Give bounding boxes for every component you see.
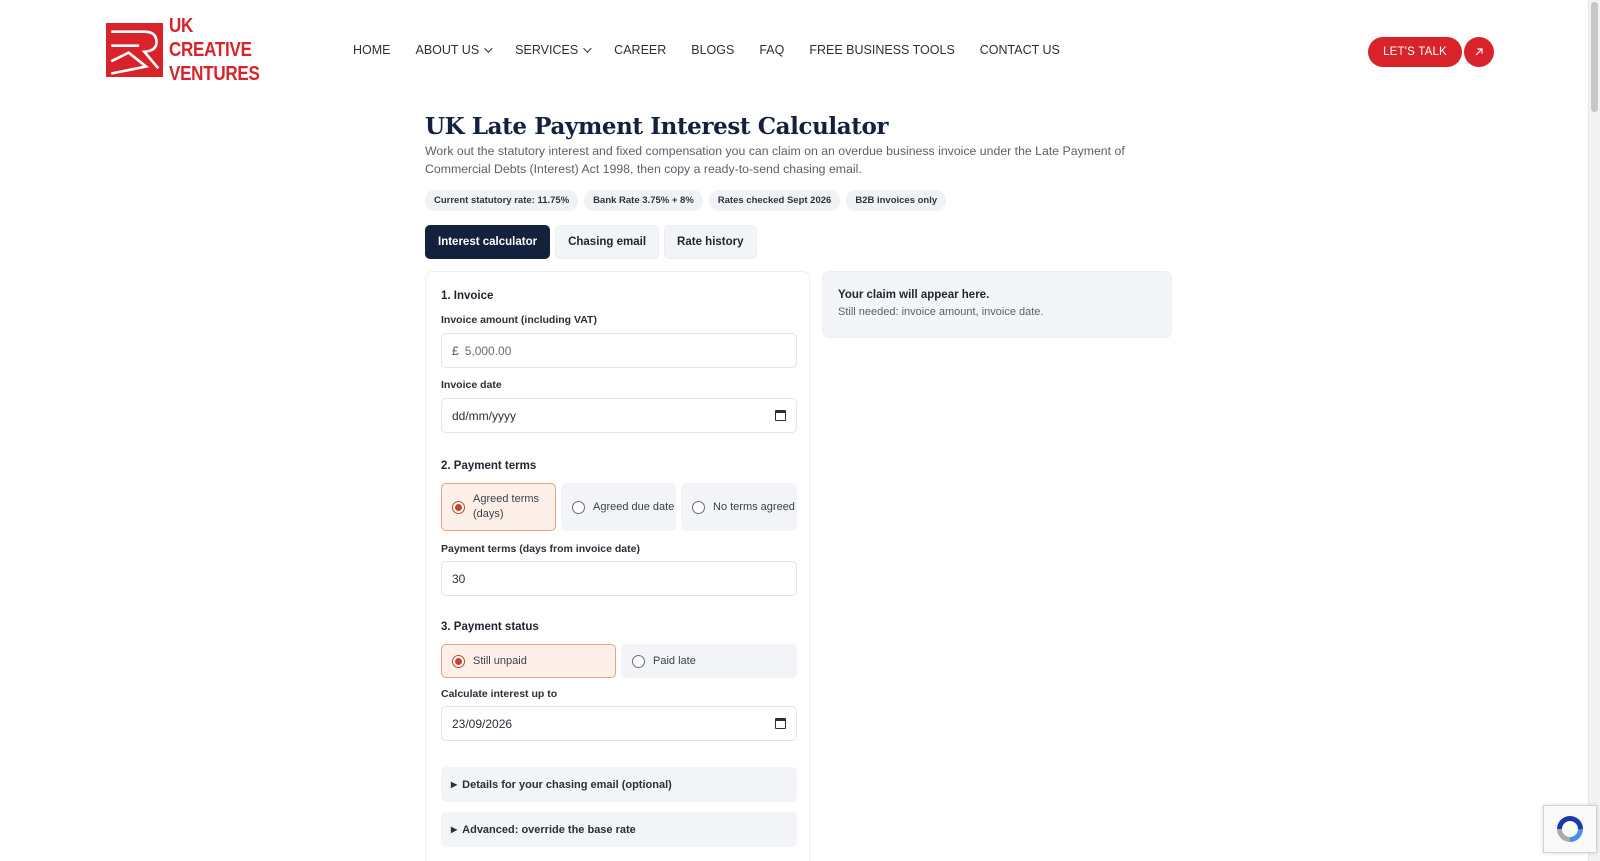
pound-prefix: £: [452, 343, 459, 358]
chip-b2b-only: B2B invoices only: [846, 190, 947, 211]
brand-logo-mark-icon: [106, 22, 164, 78]
main-nav: HOME ABOUT US SERVICES CAREER BLOGS FAQ …: [353, 43, 1085, 57]
chip-bank-rate: Bank Rate 3.75% + 8%: [584, 190, 703, 211]
nav-about-us-label: ABOUT US: [415, 43, 480, 57]
calendar-icon[interactable]: [775, 718, 786, 729]
radio-unselected-icon: [572, 500, 585, 514]
claim-result-subtitle: Still needed: invoice amount, invoice da…: [838, 306, 1044, 318]
scrollbar-thumb[interactable]: [1591, 2, 1598, 112]
page-scrollbar[interactable]: [1588, 0, 1600, 861]
calculator-intro: UK Late Payment Interest Calculator Work…: [425, 112, 1175, 259]
option-no-terms-agreed-label: No terms agreed: [713, 500, 795, 513]
nav-blogs-label: BLOGS: [691, 43, 735, 57]
page-description: Work out the statutory interest and fixe…: [425, 144, 1125, 176]
option-agreed-terms-days-label: Agreed terms (days): [473, 493, 540, 520]
option-still-unpaid-label: Still unpaid: [473, 654, 527, 667]
info-chips: Current statutory rate: 11.75% Bank Rate…: [425, 190, 1175, 211]
nav-career[interactable]: CAREER: [614, 43, 666, 57]
nav-blogs[interactable]: BLOGS: [691, 43, 734, 57]
nav-contact-us-label: CONTACT US: [979, 43, 1060, 57]
nav-services[interactable]: SERVICES: [515, 43, 592, 57]
tab-chasing-email[interactable]: Chasing email: [555, 225, 660, 259]
radio-unselected-icon: [692, 500, 705, 514]
section-invoice-heading: 1. Invoice: [441, 290, 494, 302]
nav-free-business-tools[interactable]: FREE BUSINESS TOOLS: [809, 43, 954, 57]
nav-home-label: HOME: [353, 43, 391, 57]
page-title: UK Late Payment Interest Calculator: [425, 113, 889, 140]
chevron-down-icon: [484, 44, 493, 53]
section-payment-status-heading: 3. Payment status: [441, 621, 539, 633]
lets-talk-cta: LET'S TALK: [1368, 36, 1494, 68]
nav-career-label: CAREER: [614, 43, 667, 57]
arrow-up-right-icon[interactable]: [1464, 37, 1494, 67]
advanced-base-rate-label: Advanced: override the base rate: [462, 823, 636, 836]
invoice-amount-label: Invoice amount (including VAT): [441, 314, 597, 326]
nav-home[interactable]: HOME: [353, 43, 391, 57]
recaptcha-icon: [1557, 816, 1583, 842]
invoice-amount-input[interactable]: £ 5,000.00: [441, 333, 797, 368]
invoice-date-label: Invoice date: [441, 379, 502, 391]
recaptcha-badge[interactable]: [1543, 805, 1597, 853]
tab-rate-history[interactable]: Rate history: [664, 225, 757, 259]
tab-interest-calculator[interactable]: Interest calculator: [425, 225, 551, 259]
lets-talk-button[interactable]: LET'S TALK: [1368, 37, 1462, 67]
disclosure-triangle-icon: ▶: [451, 780, 458, 789]
site-header: UK CREATIVE VENTURES HOME ABOUT US SERVI…: [0, 0, 1588, 106]
chevron-down-icon: [583, 44, 592, 53]
payment-terms-days-label: Payment terms (days from invoice date): [441, 543, 640, 555]
nav-about-us[interactable]: ABOUT US: [415, 43, 493, 57]
option-agreed-terms-days[interactable]: Agreed terms (days): [441, 483, 556, 531]
nav-faq-label: FAQ: [759, 43, 785, 57]
option-still-unpaid[interactable]: Still unpaid: [441, 644, 616, 678]
option-paid-late[interactable]: Paid late: [621, 644, 797, 678]
radio-unselected-icon: [632, 654, 645, 668]
chip-rates-checked: Rates checked Sept 2026: [708, 190, 841, 211]
calculator-tabs: Interest calculator Chasing email Rate h…: [425, 225, 1175, 259]
option-no-terms-agreed[interactable]: No terms agreed: [681, 483, 797, 531]
section-payment-terms-heading: 2. Payment terms: [441, 460, 537, 472]
brand-name-line3: VENTURES: [169, 63, 261, 85]
invoice-date-value: dd/mm/yyyy: [452, 408, 517, 423]
details-chasing-email-toggle[interactable]: ▶ Details for your chasing email (option…: [441, 767, 797, 802]
advanced-base-rate-toggle[interactable]: ▶ Advanced: override the base rate: [441, 812, 797, 847]
radio-selected-icon: [452, 500, 465, 514]
calendar-icon[interactable]: [775, 410, 786, 421]
brand-name: UK CREATIVE VENTURES: [169, 14, 260, 86]
details-chasing-email-label: Details for your chasing email (optional…: [462, 778, 672, 791]
brand-name-line2: CREATIVE: [169, 39, 253, 61]
nav-contact-us[interactable]: CONTACT US: [980, 43, 1060, 57]
option-agreed-due-date[interactable]: Agreed due date: [561, 483, 676, 531]
arrow-up-right-glyph: [1475, 48, 1483, 56]
brand-name-line1: UK: [169, 15, 194, 37]
calculate-up-to-input[interactable]: 23/09/2026: [441, 706, 797, 741]
nav-services-label: SERVICES: [515, 43, 579, 57]
calculator-form-card: 1. Invoice Invoice amount (including VAT…: [425, 271, 810, 861]
claim-result-card: Your claim will appear here. Still neede…: [822, 271, 1172, 338]
payment-terms-options: Agreed terms (days) Agreed due date No t…: [441, 483, 797, 531]
payment-terms-days-value: 30: [452, 571, 466, 586]
option-agreed-due-date-label: Agreed due date: [593, 500, 675, 513]
claim-result-title: Your claim will appear here.: [838, 289, 990, 301]
calculate-up-to-label: Calculate interest up to: [441, 688, 558, 700]
disclosure-triangle-icon: ▶: [451, 825, 458, 834]
invoice-date-input[interactable]: dd/mm/yyyy: [441, 398, 797, 433]
radio-selected-icon: [452, 654, 465, 668]
option-paid-late-label: Paid late: [653, 654, 696, 667]
chip-statutory-rate: Current statutory rate: 11.75%: [425, 190, 579, 211]
payment-terms-days-input[interactable]: 30: [441, 561, 797, 596]
invoice-amount-placeholder: 5,000.00: [464, 343, 512, 358]
nav-free-business-tools-label: FREE BUSINESS TOOLS: [809, 43, 955, 57]
payment-status-options: Still unpaid Paid late: [441, 644, 797, 678]
calculate-up-to-value: 23/09/2026: [452, 716, 513, 731]
brand-logo[interactable]: UK CREATIVE VENTURES: [106, 15, 276, 85]
nav-faq[interactable]: FAQ: [759, 43, 784, 57]
